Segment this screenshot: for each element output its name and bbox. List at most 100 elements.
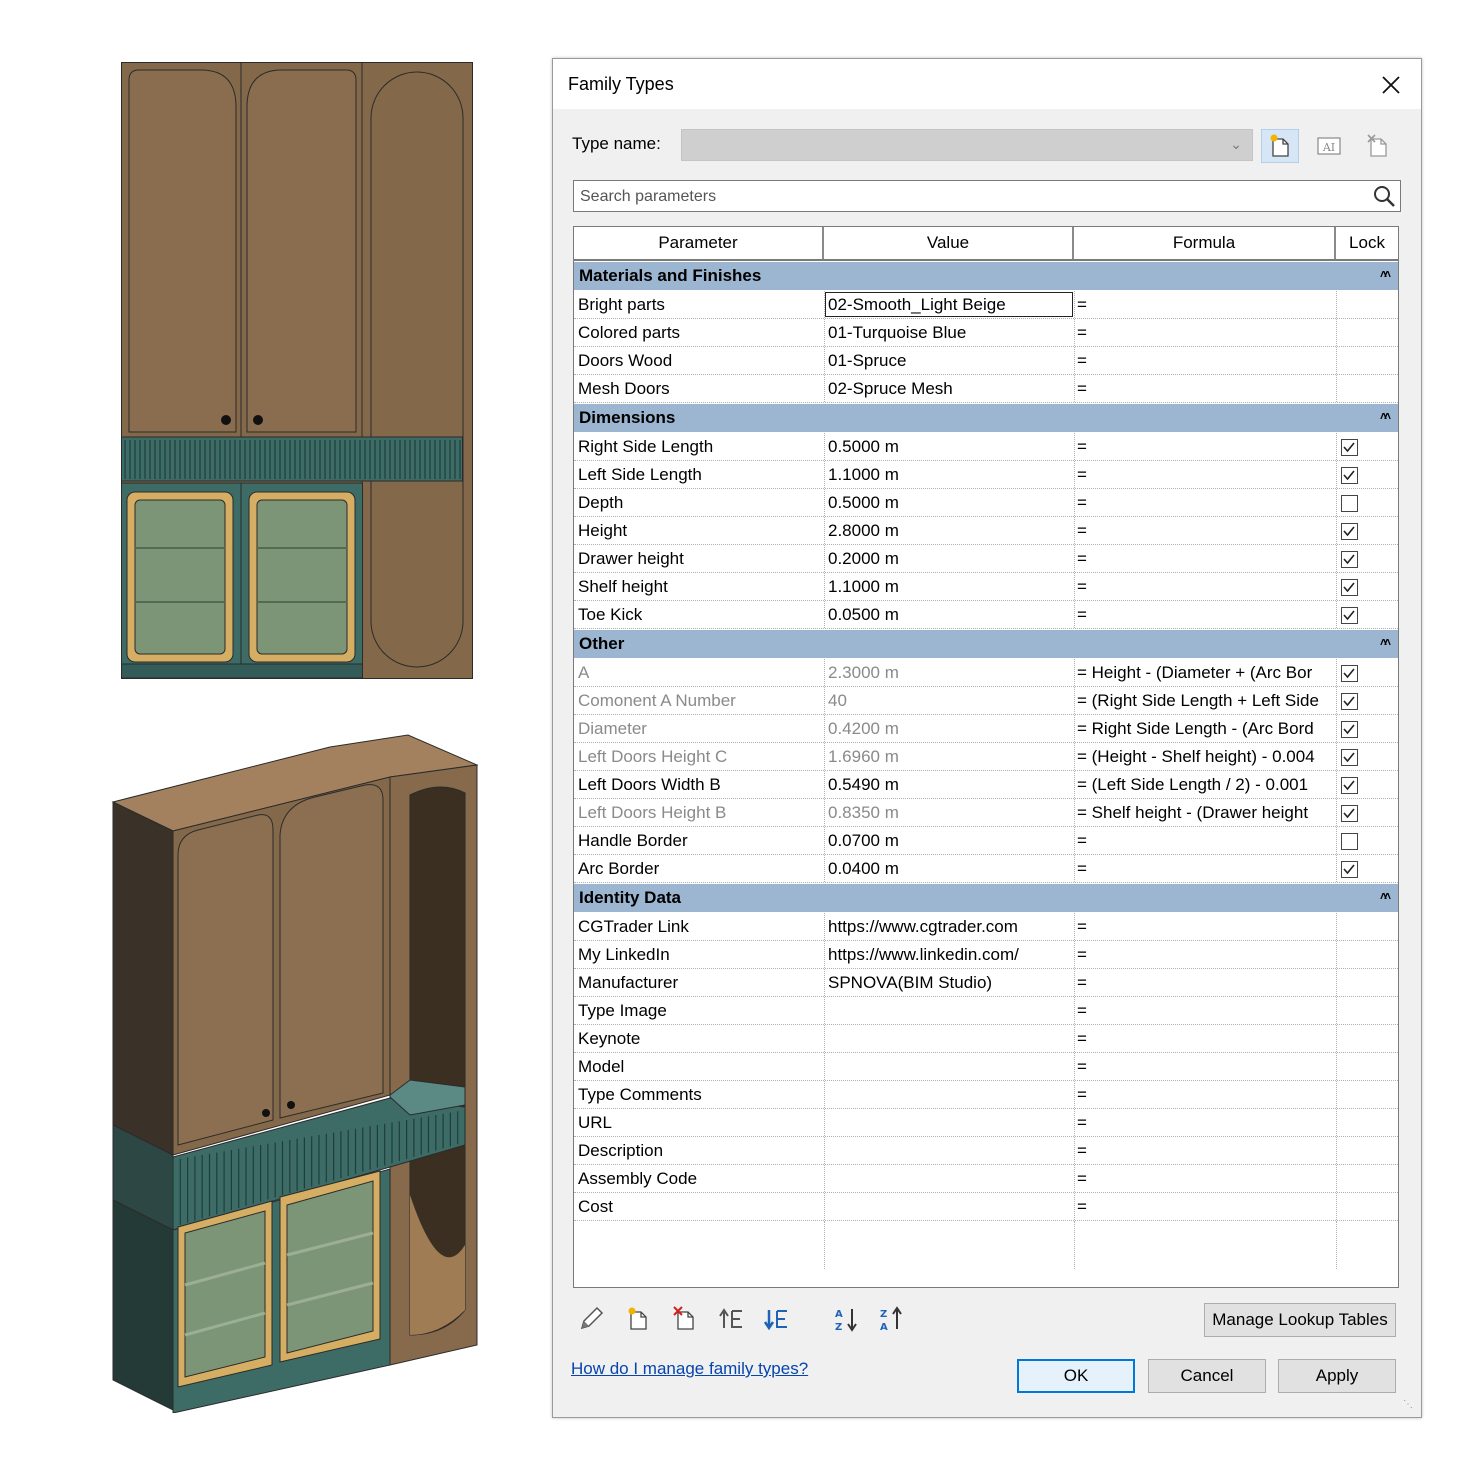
parameter-formula-field[interactable]: = bbox=[1074, 319, 1336, 346]
collapse-chevron-icon[interactable]: ˄˄ bbox=[1380, 409, 1391, 423]
close-button[interactable] bbox=[1371, 69, 1411, 101]
lock-checkbox[interactable] bbox=[1341, 749, 1358, 766]
parameter-formula-field[interactable]: = bbox=[1074, 1053, 1336, 1080]
parameter-value-field[interactable] bbox=[824, 1137, 1074, 1164]
parameter-formula-field[interactable]: = (Left Side Length / 2) - 0.001 bbox=[1074, 771, 1336, 798]
parameter-row[interactable]: A 2.3000 m = Height - (Diameter + (Arc Bor bbox=[574, 659, 1398, 687]
parameter-value-field[interactable] bbox=[824, 1109, 1074, 1136]
parameter-value-field[interactable]: https://www.cgtrader.com bbox=[824, 913, 1074, 940]
parameter-value-field[interactable]: 0.5000 m bbox=[824, 489, 1074, 516]
parameter-value-field[interactable]: 0.4200 m bbox=[824, 715, 1074, 742]
lock-checkbox[interactable] bbox=[1341, 665, 1358, 682]
parameter-value-field[interactable]: 0.2000 m bbox=[824, 545, 1074, 572]
parameter-row[interactable]: CGTrader Link https://www.cgtrader.com = bbox=[574, 913, 1398, 941]
parameter-value-field[interactable]: 2.8000 m bbox=[824, 517, 1074, 544]
parameter-row[interactable]: Left Doors Width B 0.5490 m = (Left Side L… bbox=[574, 771, 1398, 799]
parameter-value-field[interactable]: 01-Spruce bbox=[824, 347, 1074, 374]
lock-checkbox[interactable] bbox=[1341, 861, 1358, 878]
parameter-value-field[interactable] bbox=[824, 997, 1074, 1024]
cancel-button[interactable]: Cancel bbox=[1148, 1359, 1266, 1393]
resize-grip-icon[interactable]: ⋱ bbox=[1403, 1399, 1413, 1410]
parameter-row[interactable]: Assembly Code = bbox=[574, 1165, 1398, 1193]
parameter-row[interactable]: URL = bbox=[574, 1109, 1398, 1137]
parameter-value-field[interactable]: 0.8350 m bbox=[824, 799, 1074, 826]
parameter-formula-field[interactable]: = bbox=[1074, 347, 1336, 374]
parameter-formula-field[interactable]: = bbox=[1074, 855, 1336, 882]
collapse-chevron-icon[interactable]: ˄˄ bbox=[1380, 635, 1391, 649]
lock-checkbox[interactable] bbox=[1341, 805, 1358, 822]
parameter-row[interactable]: Arc Border 0.0400 m = bbox=[574, 855, 1398, 883]
parameter-row[interactable]: Description = bbox=[574, 1137, 1398, 1165]
group-header[interactable]: Materials and Finishes ˄˄ bbox=[574, 261, 1398, 291]
search-icon[interactable] bbox=[1372, 184, 1396, 208]
parameter-row[interactable]: Mesh Doors 02-Spruce Mesh = bbox=[574, 375, 1398, 403]
type-name-dropdown[interactable]: ⌄ bbox=[681, 129, 1253, 161]
group-header[interactable]: Identity Data ˄˄ bbox=[574, 883, 1398, 913]
parameter-value-field[interactable]: 1.1000 m bbox=[824, 573, 1074, 600]
sort-descending-button[interactable]: Z A bbox=[876, 1303, 908, 1335]
parameter-formula-field[interactable]: = bbox=[1074, 517, 1336, 544]
parameter-formula-field[interactable]: = Right Side Length - (Arc Bord bbox=[1074, 715, 1336, 742]
parameter-value-field[interactable] bbox=[824, 1193, 1074, 1220]
parameter-row[interactable]: Left Doors Height B 0.8350 m = Shelf heigh… bbox=[574, 799, 1398, 827]
parameter-value-field[interactable]: 1.1000 m bbox=[824, 461, 1074, 488]
parameter-formula-field[interactable]: = bbox=[1074, 913, 1336, 940]
lock-checkbox[interactable] bbox=[1341, 721, 1358, 738]
parameter-formula-field[interactable]: = bbox=[1074, 461, 1336, 488]
parameter-formula-field[interactable]: = bbox=[1074, 1165, 1336, 1192]
parameter-row[interactable]: Manufacturer SPNOVA(BIM Studio) = bbox=[574, 969, 1398, 997]
parameter-row[interactable]: Toe Kick 0.0500 m = bbox=[574, 601, 1398, 629]
parameter-row[interactable]: Right Side Length 0.5000 m = bbox=[574, 433, 1398, 461]
parameter-formula-field[interactable]: = bbox=[1074, 1193, 1336, 1220]
lock-checkbox[interactable] bbox=[1341, 833, 1358, 850]
group-header[interactable]: Dimensions ˄˄ bbox=[574, 403, 1398, 433]
group-header[interactable]: Other ˄˄ bbox=[574, 629, 1398, 659]
lock-checkbox[interactable] bbox=[1341, 579, 1358, 596]
parameter-formula-field[interactable]: = bbox=[1074, 433, 1336, 460]
lock-checkbox[interactable] bbox=[1341, 467, 1358, 484]
delete-type-button[interactable] bbox=[1359, 129, 1397, 163]
parameter-row[interactable]: Depth 0.5000 m = bbox=[574, 489, 1398, 517]
lock-checkbox[interactable] bbox=[1341, 439, 1358, 456]
parameter-value-field[interactable]: SPNOVA(BIM Studio) bbox=[824, 969, 1074, 996]
parameter-value-field[interactable]: 02-Smooth_Light Beige bbox=[824, 291, 1074, 318]
lock-checkbox[interactable] bbox=[1341, 495, 1358, 512]
parameter-row[interactable]: Type Image = bbox=[574, 997, 1398, 1025]
column-header-formula[interactable]: Formula bbox=[1074, 227, 1336, 259]
lock-checkbox[interactable] bbox=[1341, 523, 1358, 540]
parameter-row[interactable]: Comonent A Number 40 = (Right Side Length … bbox=[574, 687, 1398, 715]
sort-ascending-button[interactable]: A Z bbox=[831, 1303, 863, 1335]
parameter-formula-field[interactable]: = bbox=[1074, 601, 1336, 628]
parameter-row[interactable]: Drawer height 0.2000 m = bbox=[574, 545, 1398, 573]
parameter-value-field[interactable]: 0.5490 m bbox=[824, 771, 1074, 798]
parameter-value-field[interactable]: 40 bbox=[824, 687, 1074, 714]
parameter-formula-field[interactable]: = bbox=[1074, 291, 1336, 318]
parameter-row[interactable]: Keynote = bbox=[574, 1025, 1398, 1053]
parameter-formula-field[interactable]: = Shelf height - (Drawer height bbox=[1074, 799, 1336, 826]
parameter-row[interactable]: Type Comments = bbox=[574, 1081, 1398, 1109]
parameter-value-field[interactable]: https://www.linkedin.com/ bbox=[824, 941, 1074, 968]
parameter-value-field[interactable]: 01-Turquoise Blue bbox=[824, 319, 1074, 346]
parameter-formula-field[interactable]: = Height - (Diameter + (Arc Bor bbox=[1074, 659, 1336, 686]
parameter-row[interactable]: Height 2.8000 m = bbox=[574, 517, 1398, 545]
parameter-formula-field[interactable]: = bbox=[1074, 1081, 1336, 1108]
apply-button[interactable]: Apply bbox=[1278, 1359, 1396, 1393]
parameter-value-field[interactable] bbox=[824, 1165, 1074, 1192]
parameter-formula-field[interactable]: = bbox=[1074, 1137, 1336, 1164]
parameter-row[interactable]: Left Side Length 1.1000 m = bbox=[574, 461, 1398, 489]
parameter-value-field[interactable]: 0.0700 m bbox=[824, 827, 1074, 854]
parameter-formula-field[interactable]: = bbox=[1074, 969, 1336, 996]
edit-parameter-button[interactable] bbox=[575, 1303, 607, 1335]
help-link[interactable]: How do I manage family types? bbox=[571, 1359, 808, 1379]
parameter-value-field[interactable]: 1.6960 m bbox=[824, 743, 1074, 770]
ok-button[interactable]: OK bbox=[1017, 1359, 1135, 1393]
parameter-formula-field[interactable]: = bbox=[1074, 1025, 1336, 1052]
column-header-parameter[interactable]: Parameter bbox=[574, 227, 824, 259]
new-parameter-button[interactable] bbox=[622, 1303, 654, 1335]
manage-lookup-tables-button[interactable]: Manage Lookup Tables bbox=[1204, 1303, 1396, 1337]
parameter-row[interactable]: Handle Border 0.0700 m = bbox=[574, 827, 1398, 855]
parameter-value-field[interactable]: 0.0500 m bbox=[824, 601, 1074, 628]
parameter-row[interactable]: My LinkedIn https://www.linkedin.com/= bbox=[574, 941, 1398, 969]
search-input[interactable] bbox=[578, 185, 1362, 209]
parameter-value-field[interactable] bbox=[824, 1053, 1074, 1080]
